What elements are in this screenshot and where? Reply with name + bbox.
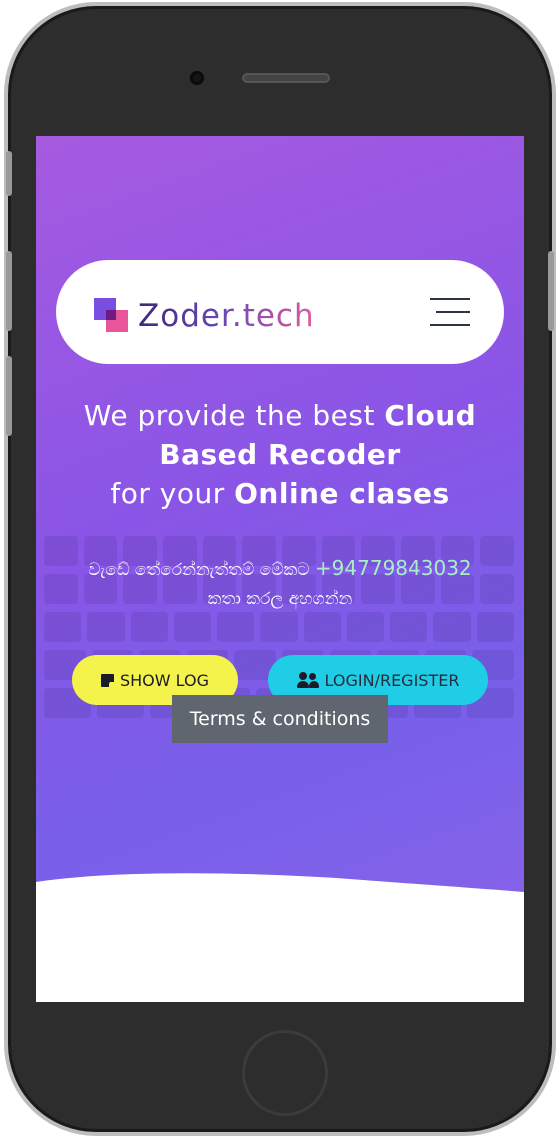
power-button: [548, 251, 554, 331]
volume-up-button: [6, 251, 12, 331]
terms-and-conditions-link[interactable]: Terms & conditions: [172, 695, 388, 743]
hero-line2-bold: Based Recoder: [159, 438, 401, 471]
contact-prefix: වැඩේ තේරෙන්නැත්තම් මේකට: [88, 560, 315, 580]
earpiece-speaker: [242, 73, 330, 83]
brand-logo[interactable]: Zoder.tech: [94, 296, 314, 336]
home-button: [242, 1030, 328, 1116]
phone-number-link[interactable]: +94779843032: [315, 556, 472, 580]
mute-switch: [6, 151, 12, 196]
hero-line1-bold: Cloud: [384, 399, 477, 432]
bottom-wave: [36, 873, 524, 1002]
hero-line3-bold: Online clases: [234, 477, 450, 510]
front-camera: [190, 71, 204, 85]
hero-line1-light: We provide the best: [83, 399, 385, 432]
note-icon: [100, 673, 114, 687]
hero-title: We provide the best Cloud Based Recoder …: [36, 396, 524, 513]
show-log-label: SHOW LOG: [119, 670, 210, 690]
volume-down-button: [6, 356, 12, 436]
contact-text: වැඩේ තේරෙන්නැත්තම් මේකට +94779843032 කතා…: [36, 554, 524, 614]
logo-mark-icon: [94, 298, 130, 334]
hamburger-menu-icon[interactable]: [430, 294, 470, 330]
login-register-label: LOGIN/REGISTER: [324, 670, 460, 690]
terms-label: Terms & conditions: [189, 708, 371, 730]
users-icon: [296, 672, 319, 688]
navbar: Zoder.tech: [56, 260, 504, 364]
logo-text: Zoder.tech: [138, 298, 315, 334]
hero-line3-light: for your: [110, 477, 235, 510]
contact-suffix: කතා කරල අහගන්න: [207, 589, 353, 609]
screen: Zoder.tech We provide the best Cloud Bas…: [36, 136, 524, 1002]
